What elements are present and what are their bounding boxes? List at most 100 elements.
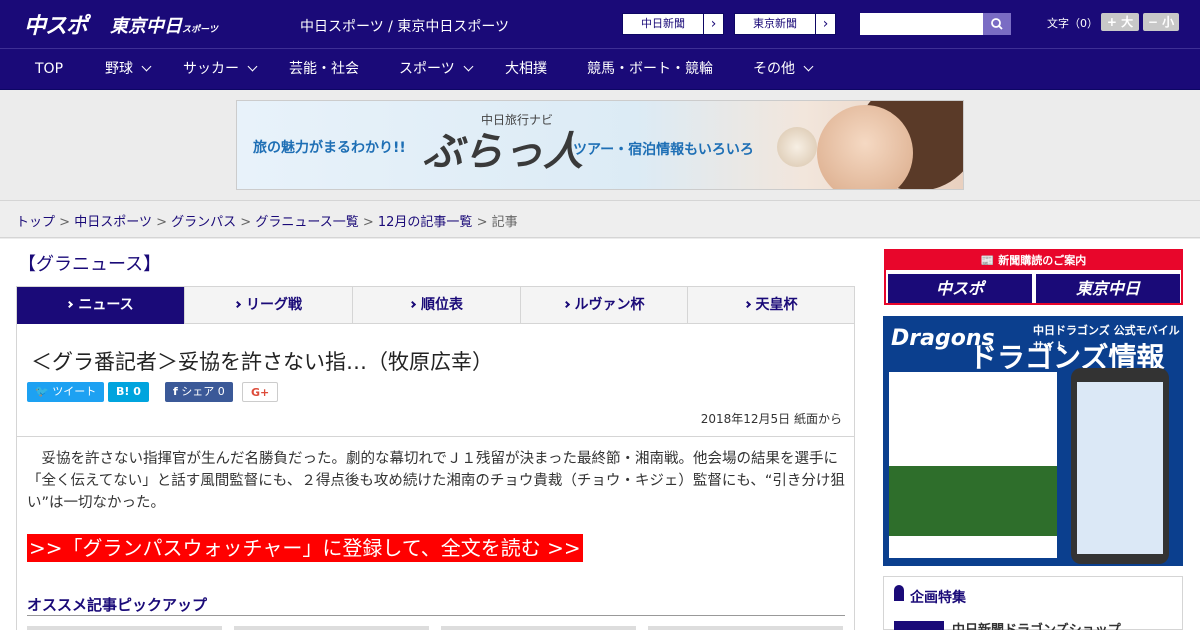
chevron-down-icon (247, 61, 258, 72)
newspaper-icon: 📰 (980, 254, 999, 267)
search-icon (991, 18, 1003, 30)
tweet-label: ツイート (52, 385, 97, 398)
chevron-down-icon (141, 61, 152, 72)
font-increase-button[interactable]: + 大 (1101, 13, 1139, 31)
nav-label: 競馬・ボート・競輪 (587, 61, 713, 77)
tab-news[interactable]: ニュース (17, 287, 185, 324)
tokyo-shimbun-link[interactable]: 東京新聞 › (734, 13, 836, 35)
tokyo-logo-sub: スポーツ (182, 25, 218, 35)
tab-levain-cup[interactable]: ルヴァン杯 (521, 287, 688, 324)
chevron-right-icon (562, 300, 570, 309)
tab-label: ニュース (78, 297, 134, 313)
chevron-right-icon (233, 300, 242, 309)
banner-model-face (817, 105, 913, 189)
chevron-right-icon (66, 300, 74, 309)
font-decrease-button[interactable]: − 小 (1143, 13, 1179, 31)
breadcrumb-link-december[interactable]: 12月の記事一覧 (378, 215, 473, 230)
breadcrumb-link-top[interactable]: トップ (16, 215, 55, 230)
main-nav: TOP 野球 サッカー 芸能・社会 スポーツ 大相撲 競馬・ボート・競輪 その他 (0, 48, 1200, 90)
twitter-icon: 🐦 (35, 385, 49, 398)
breadcrumb-link-news-list[interactable]: グラニュース一覧 (255, 215, 358, 230)
pickup-thumbnail[interactable] (27, 626, 222, 630)
facebook-share-button[interactable]: f シェア 0 (165, 382, 233, 402)
chuspo-logo[interactable]: 中スポ (24, 8, 88, 40)
breadcrumb-current: 記事 (491, 215, 518, 230)
hatena-bookmark-button[interactable]: B! 0 (108, 382, 149, 402)
read-full-article-link[interactable]: >>「グランパスウォッチャー」に登録して、全文を読む >> (27, 534, 583, 562)
breadcrumb-separator: > (240, 215, 252, 230)
nav-label: 野球 (105, 61, 133, 77)
nav-item-top[interactable]: TOP (35, 49, 63, 91)
article-dateline: 2018年12月5日 紙面から (700, 412, 842, 426)
breadcrumb-separator: > (476, 215, 488, 230)
chunichi-shimbun-link[interactable]: 中日新聞 › (622, 13, 724, 35)
nav-label: 芸能・社会 (289, 61, 359, 77)
pickup-thumbnail[interactable] (648, 626, 843, 630)
tab-label: 順位表 (421, 297, 463, 313)
nav-label: スポーツ (399, 61, 455, 77)
baseball-field-image (889, 466, 1057, 536)
breadcrumb-link-chuspo[interactable]: 中日スポーツ (74, 215, 152, 230)
breadcrumb-separator: > (156, 215, 167, 230)
subscription-heading: 📰 新聞購読のご案内 (886, 251, 1181, 270)
nav-item-entertainment[interactable]: 芸能・社会 (289, 49, 359, 91)
nav-label: TOP (35, 61, 64, 77)
feature-thumbnail[interactable] (894, 621, 944, 630)
dragons-mobile-ad[interactable]: Dragons 中日ドラゴンズ 公式モバイルサイト ドラゴンズ情報 (883, 316, 1183, 566)
travel-banner-ad[interactable]: 旅の魅力がまるわかり!! 中日旅行ナビ ぶらっ人 ツアー・宿泊情報もいろいろ (236, 100, 964, 190)
pickup-thumbnail[interactable] (234, 626, 429, 630)
hatena-label: B! 0 (116, 385, 141, 398)
chuspo-subscribe-logo[interactable]: 中スポ (888, 274, 1032, 303)
nav-item-other[interactable]: その他 (753, 49, 814, 91)
breadcrumb-trail: トップ > 中日スポーツ > グランパス > グラニュース一覧 > 12月の記事… (16, 211, 518, 230)
breadcrumb-separator: > (59, 215, 71, 230)
ext-link-label: 中日新聞 (641, 17, 685, 30)
site-header: 中スポ 東京中日スポーツ 中日スポーツ / 東京中日スポーツ 中日新聞 › 東京… (0, 0, 1200, 48)
tweet-button[interactable]: 🐦 ツイート (27, 382, 105, 402)
chevron-right-icon (743, 300, 751, 309)
tab-emperors-cup[interactable]: 天皇杯 (688, 287, 854, 324)
tokyo-logo-text: 東京中日 (110, 16, 182, 37)
nav-label: 大相撲 (505, 61, 547, 77)
article: ＜グラ番記者＞妥協を許さない指…（牧原広幸） 🐦 ツイート B! 0 f シェア… (16, 324, 855, 630)
breadcrumb: トップ > 中日スポーツ > グランパス > グラニュース一覧 > 12月の記事… (0, 200, 1200, 238)
tab-standings[interactable]: 順位表 (353, 287, 521, 324)
search-input[interactable] (860, 13, 983, 35)
ext-link-label: 東京新聞 (753, 17, 797, 30)
breadcrumb-link-grampus[interactable]: グランパス (171, 215, 236, 230)
google-plus-button[interactable]: G+ (242, 382, 279, 402)
ribbon-icon (894, 585, 904, 601)
facebook-label: シェア 0 (181, 385, 225, 398)
tokyo-chunichi-logo[interactable]: 東京中日スポーツ (110, 12, 218, 38)
article-divider (17, 436, 854, 437)
facebook-icon: f (173, 385, 178, 398)
phone-screen-image (1077, 382, 1163, 554)
tokyo-subscribe-logo[interactable]: 東京中日 (1036, 274, 1180, 303)
article-headline: ＜グラ番記者＞妥協を許さない指…（牧原広幸） (31, 350, 493, 374)
tab-label: ルヴァン杯 (574, 297, 645, 313)
feature-item-link[interactable]: 中日新聞ドラゴンズショップ (952, 619, 1121, 630)
nav-item-sumo[interactable]: 大相撲 (505, 49, 547, 91)
chevron-down-icon (803, 61, 814, 72)
nav-item-racing[interactable]: 競馬・ボート・競輪 (587, 49, 713, 91)
subscription-box[interactable]: 📰 新聞購読のご案内 中スポ 東京中日 (884, 249, 1183, 305)
chevron-right-icon (408, 300, 417, 309)
section-title: 【グラニュース】 (18, 254, 162, 275)
banner-brand-big: ぶらっ人 (423, 129, 583, 175)
search-button[interactable] (983, 13, 1011, 35)
pickup-thumbnail[interactable] (441, 626, 636, 630)
nav-item-baseball[interactable]: 野球 (105, 49, 152, 91)
tab-label: リーグ戦 (246, 297, 302, 313)
tab-league[interactable]: リーグ戦 (185, 287, 353, 324)
banner-right-text: ツアー・宿泊情報もいろいろ (573, 142, 754, 158)
feature-box: 企画特集 中日新聞ドラゴンズショップ (883, 576, 1183, 630)
nav-label: その他 (753, 61, 795, 77)
chevron-right-icon: › (703, 14, 723, 34)
nav-item-soccer[interactable]: サッカー (183, 49, 258, 91)
breadcrumb-separator: > (362, 215, 374, 230)
chevron-down-icon (463, 61, 474, 72)
article-body: 妥協を許さない指揮官が生んだ名勝負だった。劇的な幕切れでＪ１残留が決まった最終節… (27, 451, 845, 511)
nav-item-sports[interactable]: スポーツ (399, 49, 474, 91)
font-size-label: 文字（0） (1047, 17, 1098, 30)
pickup-divider (27, 615, 845, 616)
